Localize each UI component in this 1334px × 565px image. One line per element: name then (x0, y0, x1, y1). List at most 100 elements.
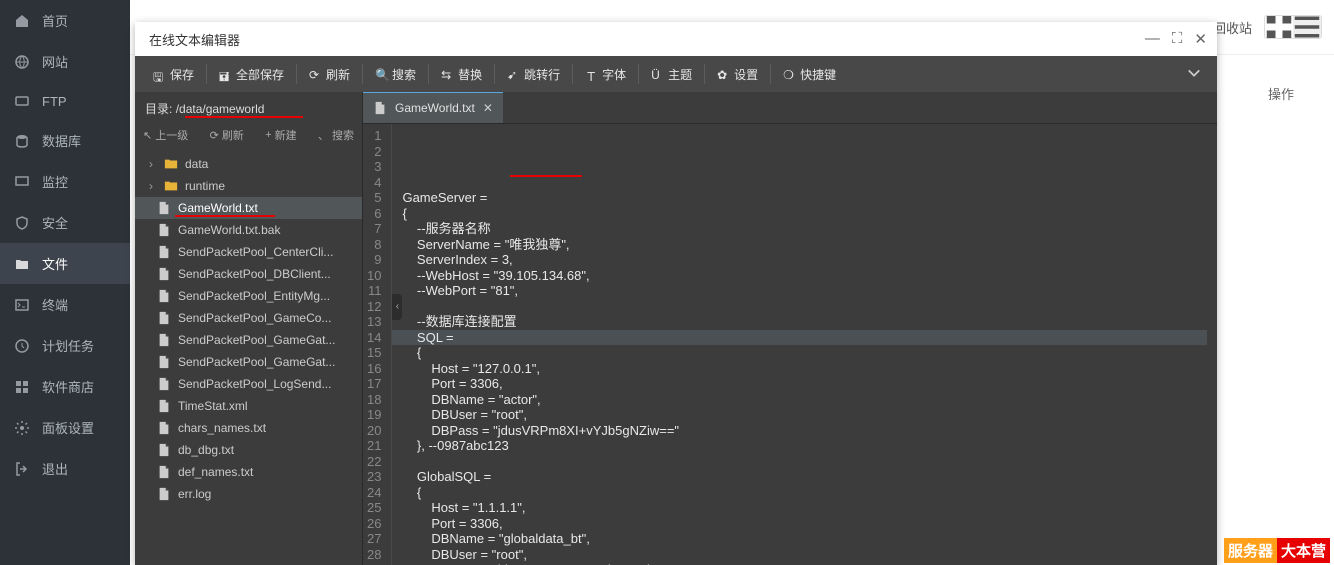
minimize-button[interactable]: — (1145, 30, 1160, 48)
file-item[interactable]: SendPacketPool_CenterCli... (135, 241, 362, 263)
code-line[interactable] (402, 299, 1217, 315)
code-line[interactable]: Host = "127.0.0.1", (402, 361, 1217, 377)
code-line[interactable]: Port = 3306, (402, 516, 1217, 532)
file-item[interactable]: GameWorld.txt.bak (135, 219, 362, 241)
search-button[interactable]: 、 搜索 (318, 127, 354, 143)
font-button[interactable]: Ｔ字体 (575, 62, 636, 87)
code-line[interactable]: DBName = "globaldata_bt", (402, 531, 1217, 547)
close-button[interactable]: ✕ (1194, 30, 1207, 48)
code-line[interactable]: DBUser = "root", (402, 407, 1217, 423)
current-path[interactable]: /data/gameworld (176, 102, 265, 116)
file-item[interactable]: SendPacketPool_GameCo... (135, 307, 362, 329)
file-item[interactable]: SendPacketPool_EntityMg... (135, 285, 362, 307)
goto-button[interactable]: ➹跳转行 (497, 62, 570, 87)
saveAll-icon: 🖬 (219, 68, 231, 80)
code-line[interactable]: SQL = (392, 330, 1207, 346)
file-icon (157, 443, 171, 457)
toolbar-label: 全部保存 (236, 66, 284, 83)
line-gutter: 1234567891011121314151617181920212223242… (363, 124, 392, 565)
file-icon (157, 289, 171, 303)
sidebar-item-clock[interactable]: 计划任务 (0, 325, 130, 366)
sidebar-item-label: 网站 (42, 52, 68, 71)
collapse-panel-icon[interactable]: ‹ (392, 294, 402, 320)
highlight-underline (185, 116, 303, 118)
code-line[interactable]: ServerIndex = 3, (402, 252, 1217, 268)
code-line[interactable]: { (402, 345, 1217, 361)
file-item[interactable]: TimeStat.xml (135, 395, 362, 417)
file-tree[interactable]: data runtime GameWorld.txtGameWorld.txt.ba… (135, 151, 362, 565)
sidebar-item-db[interactable]: 数据库 (0, 120, 130, 161)
editor-titlebar: 在线文本编辑器 — ⛶ ✕ (135, 22, 1217, 56)
code-line[interactable]: --数据库连接配置 (402, 314, 1217, 330)
code-content[interactable]: ‹ GameServer ={ --服务器名称 ServerName = "唯我… (392, 124, 1217, 565)
code-line[interactable]: { (402, 206, 1217, 222)
file-icon (157, 377, 171, 391)
file-item[interactable]: SendPacketPool_LogSend... (135, 373, 362, 395)
sidebar-item-shield[interactable]: 安全 (0, 202, 130, 243)
file-icon (157, 223, 171, 237)
tab-gameworld[interactable]: GameWorld.txt ✕ (363, 92, 503, 123)
sidebar-item-apps[interactable]: 软件商店 (0, 366, 130, 407)
code-line[interactable]: ServerName = "唯我独尊", (402, 237, 1217, 253)
sidebar-item-label: 软件商店 (42, 377, 94, 396)
code-line[interactable]: Host = "1.1.1.1", (402, 500, 1217, 516)
list-view-button[interactable] (1293, 16, 1321, 38)
sidebar-item-globe[interactable]: 网站 (0, 41, 130, 82)
code-editor[interactable]: 1234567891011121314151617181920212223242… (363, 124, 1217, 565)
grid-view-button[interactable] (1265, 16, 1293, 38)
settings-button[interactable]: ✿设置 (707, 62, 768, 87)
tab-bar: GameWorld.txt ✕ (363, 92, 1217, 124)
folder-item[interactable]: runtime (135, 175, 362, 197)
file-item[interactable]: SendPacketPool_DBClient... (135, 263, 362, 285)
code-line[interactable]: --服务器名称 (402, 221, 1217, 237)
code-line[interactable]: }, --0987abc123 (402, 438, 1217, 454)
maximize-button[interactable]: ⛶ (1172, 30, 1183, 48)
replace-button[interactable]: ⇆替换 (431, 62, 492, 87)
code-line[interactable]: GlobalSQL = (402, 469, 1217, 485)
sidebar-item-ftp[interactable]: FTP (0, 82, 130, 120)
toolbar-label: 刷新 (326, 66, 350, 83)
collapse-toolbar-button[interactable] (1179, 62, 1209, 87)
code-line[interactable]: DBName = "actor", (402, 392, 1217, 408)
file-icon (157, 487, 171, 501)
search-button[interactable]: 🔍搜索 (365, 62, 426, 87)
sidebar-item-home[interactable]: 首页 (0, 0, 130, 41)
save-button[interactable]: 🖫保存 (143, 62, 204, 87)
sidebar-item-folder[interactable]: 文件 (0, 243, 130, 284)
file-item[interactable]: SendPacketPool_GameGat... (135, 351, 362, 373)
file-icon (157, 421, 171, 435)
refresh-button[interactable]: ⟳ 刷新 (210, 127, 244, 143)
file-name: runtime (185, 179, 225, 193)
sidebar-item-monitor[interactable]: 监控 (0, 161, 130, 202)
recycle-link[interactable]: 回收站 (1213, 18, 1252, 37)
file-item[interactable]: db_dbg.txt (135, 439, 362, 461)
file-item[interactable]: GameWorld.txt (135, 197, 362, 219)
refresh-button[interactable]: ⟳刷新 (299, 62, 360, 87)
replace-icon: ⇆ (441, 68, 453, 80)
code-line[interactable]: DBUser = "root", (402, 547, 1217, 563)
close-tab-icon[interactable]: ✕ (483, 101, 493, 115)
hotkeys-button[interactable]: ❍快捷键 (773, 62, 846, 87)
code-line[interactable] (402, 454, 1217, 470)
code-line[interactable]: { (402, 485, 1217, 501)
theme-button[interactable]: Ü主题 (641, 62, 702, 87)
sidebar-item-terminal[interactable]: 终端 (0, 284, 130, 325)
saveAll-button[interactable]: 🖬 全部保存 (209, 62, 294, 87)
code-line[interactable]: DBPass = "jdusVRPm8XI+vYJb5gNZiw==" (402, 423, 1217, 439)
editor-title: 在线文本编辑器 (149, 30, 240, 49)
code-line[interactable]: --WebHost = "39.105.134.68", (402, 268, 1217, 284)
code-line[interactable]: --WebPort = "81", (402, 283, 1217, 299)
file-item[interactable]: SendPacketPool_GameGat... (135, 329, 362, 351)
up-button[interactable]: ↖ 上一级 (143, 127, 188, 143)
sidebar-item-logout[interactable]: 退出 (0, 448, 130, 489)
file-item[interactable]: err.log (135, 483, 362, 505)
folder-item[interactable]: data (135, 153, 362, 175)
code-line[interactable]: GameServer = (402, 190, 1217, 206)
sidebar-item-label: 文件 (42, 254, 68, 273)
code-panel: GameWorld.txt ✕ 123456789101112131415161… (363, 92, 1217, 565)
new-button[interactable]: + 新建 (265, 127, 296, 143)
code-line[interactable]: Port = 3306, (402, 376, 1217, 392)
file-item[interactable]: chars_names.txt (135, 417, 362, 439)
file-item[interactable]: def_names.txt (135, 461, 362, 483)
sidebar-item-settings[interactable]: 面板设置 (0, 407, 130, 448)
